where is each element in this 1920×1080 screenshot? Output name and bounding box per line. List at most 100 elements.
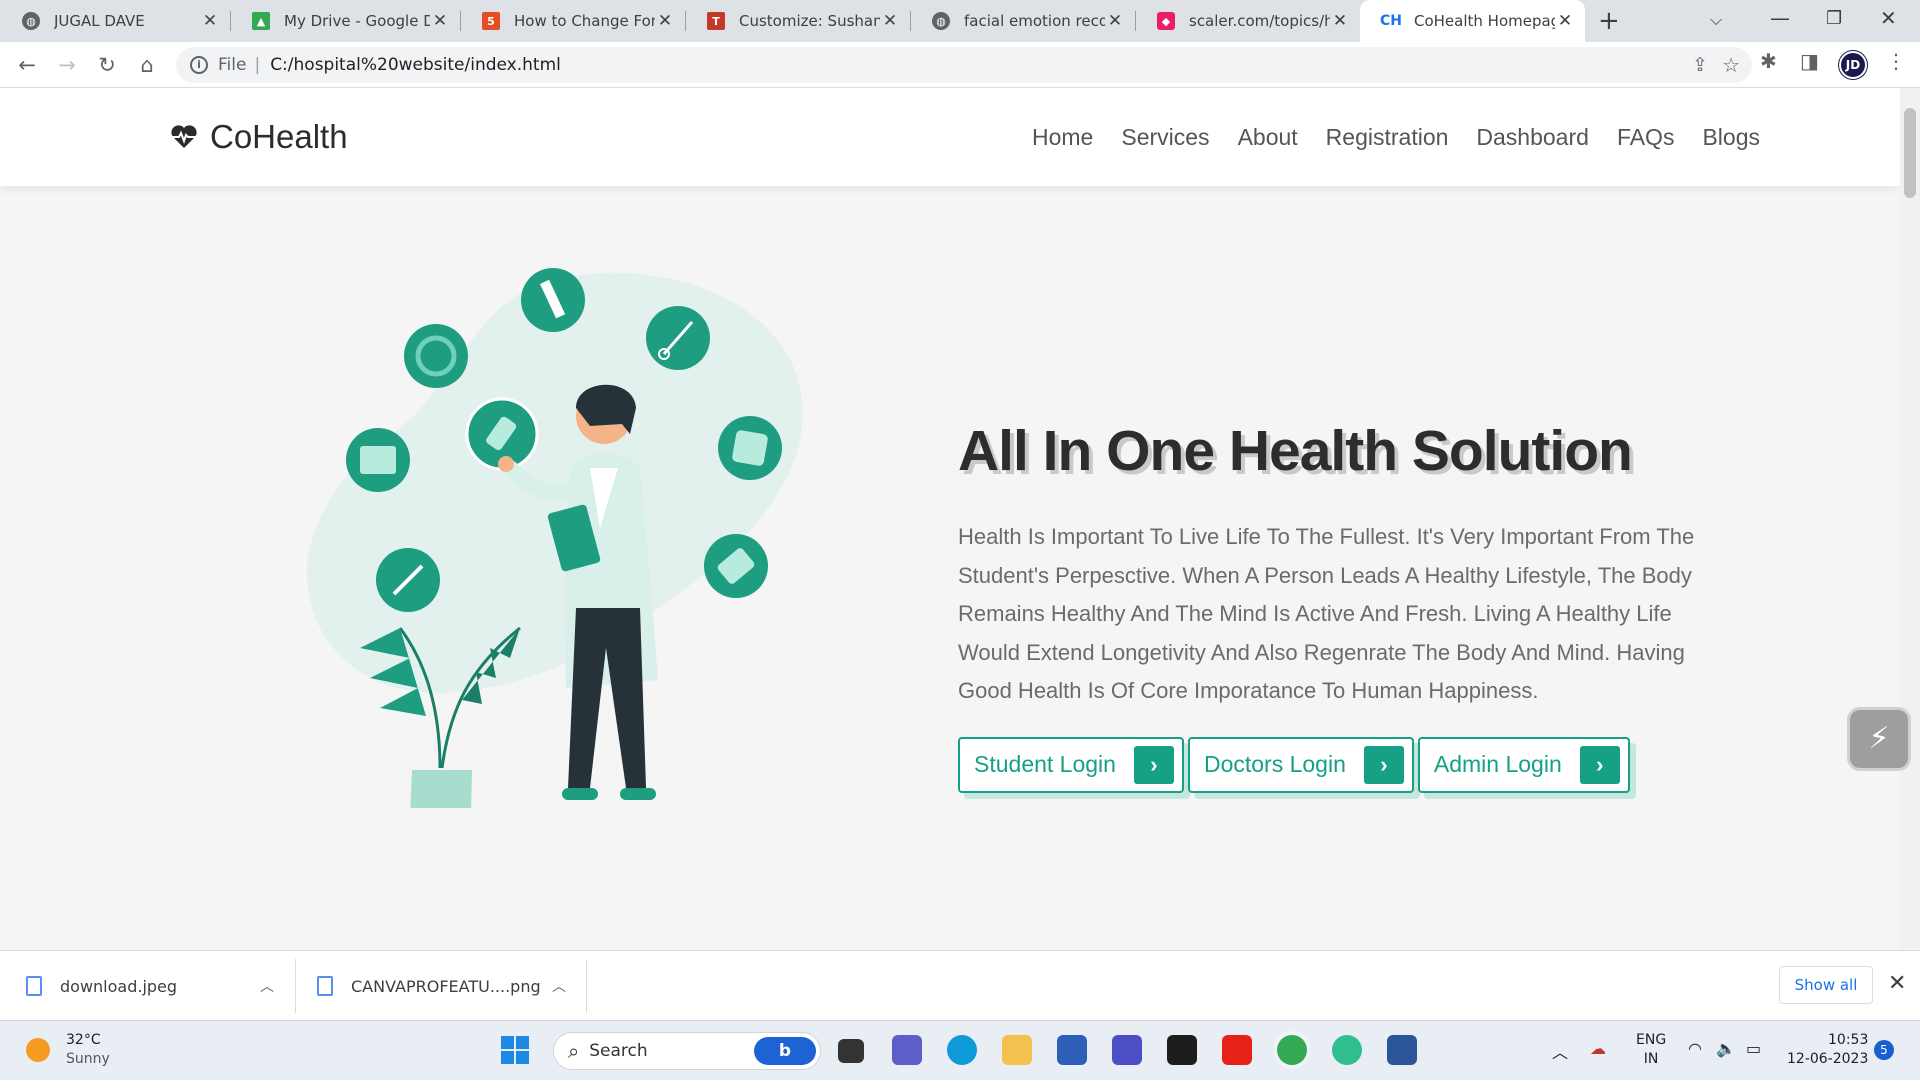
chrome-icon[interactable]: [1277, 1035, 1307, 1065]
chevron-up-icon[interactable]: ︿: [260, 976, 274, 996]
close-icon[interactable]: ✕: [655, 11, 675, 31]
browser-tab[interactable]: ◆ scaler.com/topics/ho ✕: [1135, 0, 1360, 42]
close-icon[interactable]: ✕: [1105, 11, 1125, 31]
app-a-icon[interactable]: [1167, 1035, 1197, 1065]
tab-title: JUGAL DAVE: [54, 12, 145, 30]
browser-tab[interactable]: ◍ JUGAL DAVE ✕: [0, 0, 231, 42]
task-view-icon[interactable]: [838, 1039, 864, 1063]
url-scheme: File: [218, 55, 247, 75]
floating-extension-icon[interactable]: ⚡: [1850, 710, 1908, 768]
onedrive-error-icon[interactable]: ☁: [1590, 1039, 1606, 1058]
browser-tab[interactable]: T Customize: Sushant Sl ✕: [685, 0, 911, 42]
bookmark-star-icon[interactable]: ☆: [1722, 53, 1740, 77]
scaler-icon: ◆: [1157, 12, 1175, 30]
edge-icon[interactable]: [947, 1035, 977, 1065]
system-clock[interactable]: 10:53 12-06-2023: [1787, 1031, 1868, 1069]
button-label: Student Login: [974, 751, 1116, 777]
teams-chat-icon[interactable]: [892, 1035, 922, 1065]
nav-registration[interactable]: Registration: [1326, 124, 1449, 151]
download-filename: download.jpeg: [60, 976, 178, 996]
close-icon[interactable]: ✕: [1888, 971, 1906, 996]
browser-tab-active[interactable]: CH CoHealth Homepage ✕: [1360, 0, 1585, 42]
restore-icon[interactable]: ❐: [1826, 8, 1842, 29]
nav-services[interactable]: Services: [1121, 124, 1209, 151]
syringe-icon: [521, 268, 585, 332]
tab-title: CoHealth Homepage: [1414, 12, 1555, 30]
address-bar[interactable]: i File | C:/hospital%20website/index.htm…: [176, 47, 1752, 83]
info-icon[interactable]: i: [190, 56, 208, 74]
nav-dashboard[interactable]: Dashboard: [1476, 124, 1589, 151]
download-item[interactable]: CANVAPROFEATU....png ︿: [317, 951, 577, 1021]
page-scrollbar[interactable]: [1900, 88, 1920, 950]
download-item[interactable]: download.jpeg ︿: [26, 951, 286, 1021]
nav-faqs[interactable]: FAQs: [1617, 124, 1675, 151]
forward-arrow-icon[interactable]: →: [52, 50, 82, 80]
window-close-icon[interactable]: ✕: [1880, 6, 1897, 30]
globe-icon: ◍: [932, 12, 950, 30]
file-explorer-icon[interactable]: [1002, 1035, 1032, 1065]
language-indicator[interactable]: ENG IN: [1636, 1031, 1666, 1069]
calendar-icon: [346, 428, 410, 492]
nav-home[interactable]: Home: [1032, 124, 1093, 151]
browser-tab[interactable]: 5 How to Change Font ✕: [460, 0, 686, 42]
weather-widget[interactable]: 32°C Sunny: [26, 1031, 110, 1069]
doctors-login-button[interactable]: Doctors Login ›: [1187, 736, 1414, 793]
student-login-button[interactable]: Student Login ›: [958, 736, 1184, 793]
close-icon[interactable]: ✕: [1330, 11, 1350, 31]
nav-about[interactable]: About: [1238, 124, 1298, 151]
show-all-button[interactable]: Show all: [1779, 966, 1873, 1004]
profile-avatar[interactable]: JD: [1839, 51, 1867, 79]
ch-logo-icon: CH: [1380, 13, 1402, 29]
chevron-right-icon: ›: [1579, 745, 1620, 784]
menu-kebab-icon[interactable]: ⋮: [1886, 49, 1906, 73]
search-icon: ⌕: [568, 1039, 580, 1063]
webpage: CoHealth Home Services About Registratio…: [0, 88, 1900, 950]
close-icon[interactable]: ✕: [200, 11, 220, 31]
nav-blogs[interactable]: Blogs: [1702, 124, 1760, 151]
word-icon[interactable]: [1387, 1035, 1417, 1065]
admin-login-button[interactable]: Admin Login ›: [1417, 736, 1630, 793]
reload-icon[interactable]: ↻: [92, 50, 122, 80]
tab-title: How to Change Font: [514, 12, 655, 30]
youtube-icon[interactable]: [1222, 1035, 1252, 1065]
windows-start-icon[interactable]: [500, 1035, 530, 1065]
url-text[interactable]: C:/hospital%20website/index.html: [270, 55, 561, 75]
close-icon[interactable]: ✕: [1555, 11, 1575, 31]
bing-icon[interactable]: b: [754, 1037, 816, 1065]
back-arrow-icon[interactable]: ←: [12, 50, 42, 80]
wifi-icon[interactable]: ◠: [1688, 1039, 1702, 1058]
tab-strip: ◍ JUGAL DAVE ✕ ▲ My Drive - Google Dri ✕…: [0, 0, 1920, 42]
chevron-up-icon[interactable]: ︿: [1552, 1039, 1568, 1063]
taskbar-search[interactable]: ⌕ Search b: [553, 1032, 821, 1070]
close-icon[interactable]: ✕: [430, 11, 450, 31]
notification-badge[interactable]: 5: [1874, 1040, 1894, 1060]
store-icon[interactable]: [1057, 1035, 1087, 1065]
atom-icon[interactable]: [1332, 1035, 1362, 1065]
bandage-icon: [718, 416, 782, 480]
app-m-icon[interactable]: [1112, 1035, 1142, 1065]
scroll-thumb[interactable]: [1904, 108, 1916, 198]
tab-title: scaler.com/topics/ho: [1189, 12, 1330, 30]
download-bar: download.jpeg ︿ CANVAPROFEATU....png ︿ S…: [0, 950, 1920, 1020]
chevron-up-icon[interactable]: ︿: [552, 976, 566, 996]
hero-section: All In One Health Solution Health Is Imp…: [958, 418, 1738, 793]
chevron-right-icon: ›: [1363, 745, 1404, 784]
share-icon[interactable]: ⇪: [1692, 54, 1708, 76]
browser-tab[interactable]: ▲ My Drive - Google Dri ✕: [230, 0, 461, 42]
side-panel-icon[interactable]: ◨: [1800, 49, 1819, 73]
browser-tab[interactable]: ◍ facial emotion recogn ✕: [910, 0, 1136, 42]
hero-title: All In One Health Solution: [958, 419, 1633, 483]
weather-temp: 32°C: [66, 1032, 101, 1048]
home-icon[interactable]: ⌂: [132, 50, 162, 80]
globe-icon: ◍: [22, 12, 40, 30]
battery-icon[interactable]: ▭: [1746, 1039, 1761, 1058]
volume-icon[interactable]: 🔈: [1716, 1039, 1736, 1058]
tab-search-chevron-icon[interactable]: ⌵: [1710, 10, 1722, 30]
brand-logo[interactable]: CoHealth: [170, 118, 348, 156]
site-header: CoHealth Home Services About Registratio…: [0, 88, 1900, 186]
new-tab-plus-icon[interactable]: +: [1598, 6, 1620, 36]
extensions-puzzle-icon[interactable]: ✱: [1760, 49, 1777, 73]
lang-code: ENG: [1636, 1032, 1667, 1048]
close-icon[interactable]: ✕: [880, 11, 900, 31]
minimize-icon[interactable]: —: [1770, 6, 1790, 30]
